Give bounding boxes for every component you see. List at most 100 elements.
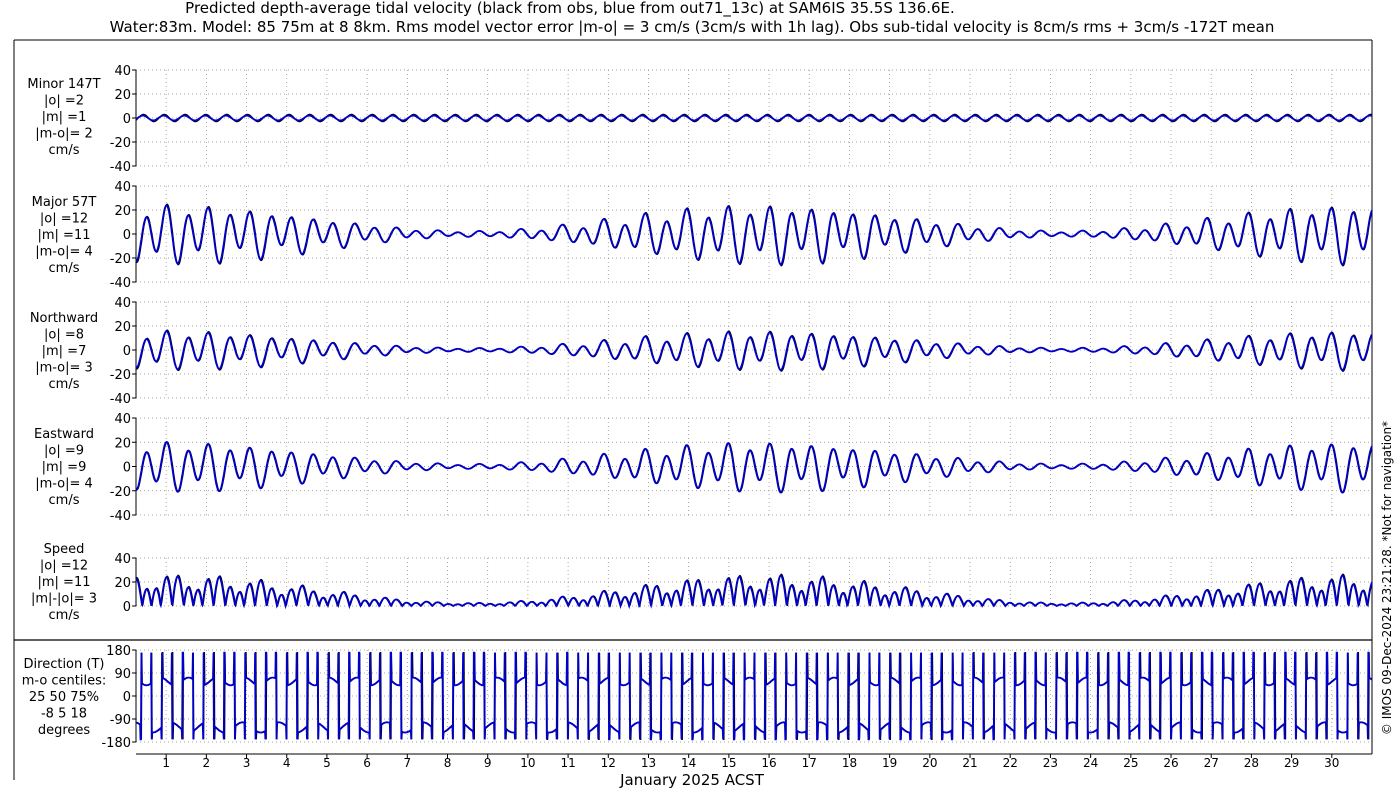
x-tick-label: 2	[203, 756, 211, 770]
y-tick-label: -40	[110, 509, 131, 524]
x-tick-label: 29	[1284, 756, 1299, 770]
series-line-obs-major	[135, 203, 1373, 267]
panel-label-line: Eastward	[34, 427, 94, 442]
panel-label-eastward: Eastward |o| =9 |m| =9 |m-o|= 4 cm/s	[34, 427, 94, 508]
panel-label-line: -8 5 18	[41, 707, 87, 722]
x-tick-label: 1	[162, 756, 170, 770]
panel-label-line: |o| =2	[44, 94, 84, 109]
chart-panels: Minor 147T |o| =2 |m| =1 |m-o|= 2 cm/s40200-…	[13, 39, 1373, 780]
x-tick-label: 30	[1324, 756, 1339, 770]
y-tick-label: 20	[114, 204, 131, 219]
y-tick-label: 40	[114, 412, 131, 427]
y-tick-label: 20	[114, 436, 131, 451]
y-tick-label: 20	[114, 576, 131, 591]
x-tick-label: 23	[1043, 756, 1058, 770]
series-line-obs-eastward	[135, 441, 1373, 494]
x-tick-label: 16	[761, 756, 776, 770]
y-tick-label: 40	[114, 64, 131, 79]
panel-speed: Speed |o| =12 |m| =11 |m|-|o|= 3 cm/s 40 20 0	[31, 542, 1373, 623]
credit-text: © IMOS 09-Dec-2024 23:21:28. *Not for na…	[1380, 421, 1394, 735]
panel-label-line: |o| =12	[40, 559, 88, 574]
panel-major: Major 57T |o| =12 |m| =11 |m-o|= 4 cm/s 40 20 0…	[32, 180, 1373, 291]
y-tick-label: -90	[110, 713, 131, 728]
panel-label-line: cm/s	[49, 377, 80, 392]
tidal-velocity-chart: Predicted depth-average tidal velocity (…	[13, 0, 1394, 789]
panel-minor: Minor 147T |o| =2 |m| =1 |m-o|= 2 cm/s 40 20 0 -…	[27, 64, 1373, 175]
panel-eastward: Eastward |o| =9 |m| =9 |m-o|= 4 cm/s 40 20 0 -20…	[34, 412, 1373, 524]
x-tick-label: 28	[1244, 756, 1259, 770]
panel-label-line: |o| =9	[44, 444, 84, 459]
x-tick-label: 14	[681, 756, 696, 770]
panel-label-line: |m-o|= 2	[35, 127, 93, 142]
panel-label-line: Northward	[30, 311, 98, 326]
x-tick-label: 21	[962, 756, 977, 770]
panel-label-line: cm/s	[49, 143, 80, 158]
series-line-out71_13c-eastward	[135, 441, 1373, 494]
panel-label-line: |m| =9	[42, 460, 87, 475]
panel-label-line: |m-o|= 4	[35, 477, 93, 492]
x-tick-label: 22	[1003, 756, 1018, 770]
x-tick-label: 18	[842, 756, 857, 770]
panel-label-line: |m-o|= 3	[35, 361, 93, 376]
x-tick-label: 6	[363, 756, 371, 770]
panel-label-line: |m| =1	[42, 110, 87, 125]
x-tick-label: 8	[444, 756, 452, 770]
y-tick-label: -20	[110, 368, 131, 383]
y-tick-label: -20	[110, 252, 131, 267]
panel-label-line: |m| =11	[38, 228, 91, 243]
y-tick-label: 40	[114, 180, 131, 195]
x-tick-label: 4	[283, 756, 291, 770]
y-tick-label: 20	[114, 320, 131, 335]
panel-label-line: Major 57T	[32, 195, 97, 210]
y-tick-label: 180	[106, 644, 131, 659]
y-tick-label: 40	[114, 552, 131, 567]
panel-label-line: 25 50 75%	[29, 690, 99, 705]
x-tick-label: 27	[1204, 756, 1219, 770]
panel-label-line: cm/s	[49, 261, 80, 276]
panel-label-line: |m|-|o|= 3	[31, 592, 97, 607]
panel-label-line: |m| =7	[42, 344, 87, 359]
x-tick-label: 10	[520, 756, 535, 770]
panel-label-line: cm/s	[49, 608, 80, 623]
panel-direction: Direction (T) m-o centiles: 25 50 75% -8 5 …	[22, 644, 1373, 751]
panel-label-direction: Direction (T) m-o centiles: 25 50 75% -8 5 …	[22, 657, 107, 738]
panel-label-line: |m| =11	[38, 575, 91, 590]
x-tick-label: 11	[560, 756, 575, 770]
x-tick-label: 15	[721, 756, 736, 770]
series-line-out71_13c-northward	[135, 330, 1373, 371]
x-tick-label: 26	[1163, 756, 1178, 770]
series-line-out71_13c-direction	[135, 651, 1373, 741]
chart-title-line-1: Predicted depth-average tidal velocity (…	[185, 0, 955, 18]
x-tick-label: 25	[1123, 756, 1138, 770]
y-tick-label: 20	[114, 88, 131, 103]
panel-label-line: cm/s	[49, 493, 80, 508]
y-tick-label: 0	[123, 690, 131, 705]
panel-label-line: Direction (T)	[24, 657, 105, 672]
y-tick-label: 0	[123, 344, 131, 359]
y-tick-label: -180	[101, 736, 131, 751]
panel-label-minor: Minor 147T |o| =2 |m| =1 |m-o|= 2 cm/s	[27, 77, 100, 158]
y-tick-label: -40	[110, 276, 131, 291]
panel-label-line: Speed	[44, 542, 85, 557]
x-tick-label: 20	[922, 756, 937, 770]
y-tick-label: 40	[114, 296, 131, 311]
y-tick-label: -20	[110, 136, 131, 151]
panel-label-line: degrees	[38, 723, 91, 738]
x-tick-label: 7	[403, 756, 411, 770]
panel-label-speed: Speed |o| =12 |m| =11 |m|-|o|= 3 cm/s	[31, 542, 97, 623]
series-line-obs-northward	[135, 329, 1373, 372]
x-tick-label: 5	[323, 756, 331, 770]
x-tick-label: 17	[802, 756, 817, 770]
panel-label-line: |m-o|= 4	[35, 245, 93, 260]
y-tick-label: 90	[114, 667, 131, 682]
y-tick-label: 0	[123, 600, 131, 615]
x-tick-label: 9	[484, 756, 492, 770]
panel-label-line: Minor 147T	[27, 77, 100, 92]
y-tick-label: 0	[123, 461, 131, 476]
x-tick-label: 24	[1083, 756, 1098, 770]
series-line-out71_13c-minor	[135, 114, 1373, 122]
x-tick-label: 19	[882, 756, 897, 770]
x-tick-label: 13	[641, 756, 656, 770]
panel-label-major: Major 57T |o| =12 |m| =11 |m-o|= 4 cm/s	[32, 195, 97, 276]
panel-label-northward: Northward |o| =8 |m| =7 |m-o|= 3 cm/s	[30, 311, 98, 392]
